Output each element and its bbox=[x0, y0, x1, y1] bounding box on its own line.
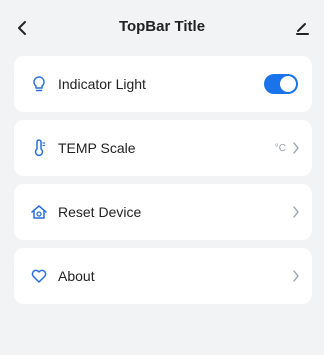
indicator-light-row[interactable]: Indicator Light bbox=[14, 56, 312, 112]
heart-icon bbox=[28, 265, 50, 287]
edit-pencil-icon bbox=[296, 23, 309, 35]
reset-device-label: Reset Device bbox=[58, 204, 142, 220]
lightbulb-icon bbox=[28, 73, 50, 95]
about-label: About bbox=[58, 268, 95, 284]
indicator-light-label: Indicator Light bbox=[58, 76, 146, 92]
edit-button[interactable] bbox=[288, 14, 316, 42]
about-row[interactable]: About bbox=[14, 248, 312, 304]
top-bar: TopBar Title bbox=[0, 0, 324, 56]
chevron-right-icon bbox=[292, 206, 300, 218]
chevron-right-icon bbox=[292, 142, 300, 154]
temp-scale-value: °C bbox=[274, 142, 286, 154]
indicator-light-toggle[interactable] bbox=[264, 74, 298, 94]
reset-device-row[interactable]: Reset Device bbox=[14, 184, 312, 240]
toggle-knob bbox=[280, 76, 296, 92]
home-reset-icon bbox=[28, 201, 50, 223]
thermometer-icon bbox=[28, 137, 50, 159]
temp-scale-label: TEMP Scale bbox=[58, 140, 136, 156]
page-title: TopBar Title bbox=[118, 18, 206, 35]
temp-scale-row[interactable]: TEMP Scale °C bbox=[14, 120, 312, 176]
chevron-right-icon bbox=[292, 270, 300, 282]
